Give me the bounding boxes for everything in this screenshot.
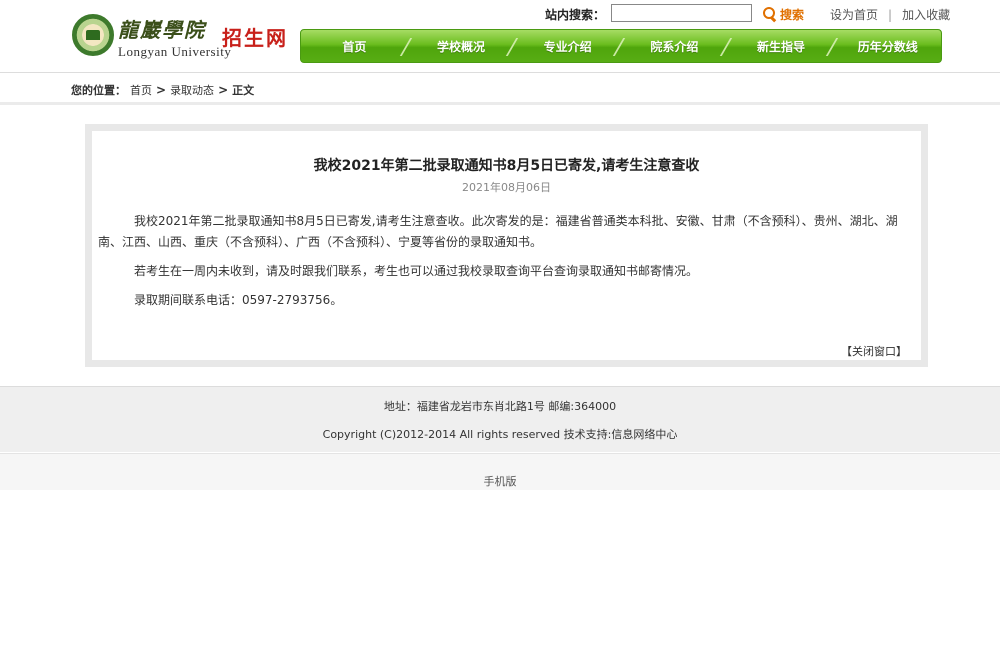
breadcrumb-bar: 您的位置： 首页 > 录取动态 > 正文 xyxy=(0,72,1000,105)
top-links-separator: | xyxy=(888,7,893,22)
article-title: 我校2021年第二批录取通知书8月5日已寄发,请考生注意查收 xyxy=(313,158,700,174)
breadcrumb: 您的位置： 首页 > 录取动态 > 正文 xyxy=(71,82,254,98)
mobile-version-bar: 手机版 xyxy=(0,453,1000,490)
breadcrumb-admission-news[interactable]: 录取动态 xyxy=(170,82,214,98)
nav-item-departments[interactable]: 院系介绍 xyxy=(621,30,728,62)
search-input[interactable] xyxy=(611,4,752,22)
article-date: 2021年08月06日 xyxy=(462,181,551,194)
breadcrumb-current: 正文 xyxy=(232,84,255,97)
breadcrumb-label: 您的位置： xyxy=(71,84,126,97)
main-nav: 首页 学校概况 专业介绍 院系介绍 新生指导 历年分数线 xyxy=(300,29,942,63)
site-header: 龍巖學院 Longyan University 招生网 站内搜索： 搜索 设为首… xyxy=(0,0,1000,72)
search-button-label: 搜索 xyxy=(780,7,805,22)
university-emblem-icon xyxy=(72,14,114,56)
footer-address: 地址：福建省龙岩市东肖北路1号 邮编:364000 xyxy=(383,400,617,413)
search-icon xyxy=(763,7,777,21)
site-logo[interactable]: 龍巖學院 Longyan University 招生网 xyxy=(72,12,302,62)
article-container: 我校2021年第二批录取通知书8月5日已寄发,请考生注意查收 2021年08月0… xyxy=(92,131,921,360)
add-favorite-link[interactable]: 加入收藏 xyxy=(902,6,950,23)
nav-item-school-overview[interactable]: 学校概况 xyxy=(408,30,515,62)
breadcrumb-separator: > xyxy=(156,83,167,97)
logo-admissions-text: 招生网 xyxy=(222,26,288,50)
logo-english-name: Longyan University xyxy=(118,44,232,59)
nav-item-home[interactable]: 首页 xyxy=(301,30,408,62)
article-body: 我校2021年第二批录取通知书8月5日已寄发,请考生注意查收。此次寄发的是：福建… xyxy=(98,211,914,319)
article-paragraph: 我校2021年第二批录取通知书8月5日已寄发,请考生注意查收。此次寄发的是：福建… xyxy=(98,214,898,249)
top-links: 设为首页 | 加入收藏 xyxy=(830,6,950,23)
logo-chinese-name: 龍巖學院 xyxy=(118,18,206,42)
footer-copyright: Copyright (C)2012-2014 All rights reserv… xyxy=(322,428,678,441)
mobile-version-link[interactable]: 手机版 xyxy=(0,473,1000,489)
search-label: 站内搜索： xyxy=(545,8,606,22)
nav-item-majors[interactable]: 专业介绍 xyxy=(514,30,621,62)
nav-item-score-lines[interactable]: 历年分数线 xyxy=(834,30,941,62)
site-footer: 地址：福建省龙岩市东肖北路1号 邮编:364000 Copyright (C)2… xyxy=(0,386,1000,452)
nav-item-freshman-guide[interactable]: 新生指导 xyxy=(728,30,835,62)
article-paragraph: 录取期间联系电话：0597-2793756。 xyxy=(134,293,343,307)
close-window-link[interactable]: 【关闭窗口】 xyxy=(841,343,907,359)
breadcrumb-separator: > xyxy=(218,83,229,97)
breadcrumb-home[interactable]: 首页 xyxy=(130,82,152,98)
article-paragraph: 若考生在一周内未收到，请及时跟我们联系，考生也可以通过我校录取查询平台查询录取通… xyxy=(134,264,699,278)
search-button[interactable]: 搜索 xyxy=(763,5,804,23)
article-panel: 我校2021年第二批录取通知书8月5日已寄发,请考生注意查收 2021年08月0… xyxy=(85,124,928,367)
set-homepage-link[interactable]: 设为首页 xyxy=(830,6,878,23)
